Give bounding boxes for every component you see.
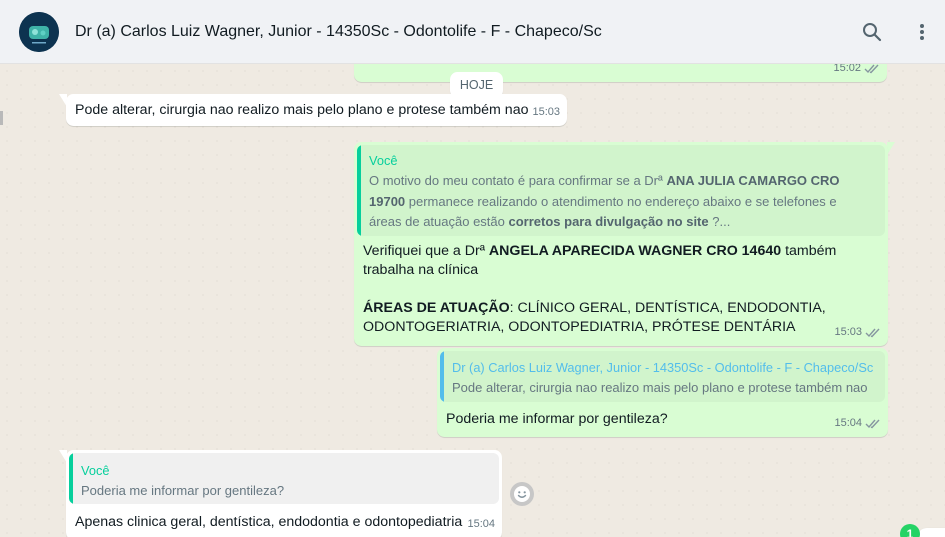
smiley-icon bbox=[514, 486, 530, 502]
quote-author: Você bbox=[369, 153, 398, 168]
message-time: 15:04 bbox=[467, 518, 495, 530]
message-text: ÁREAS DE ATUAÇÃO: CLÍNICO GERAL, DENTÍST… bbox=[363, 300, 826, 335]
search-icon bbox=[863, 23, 882, 42]
contact-avatar[interactable] bbox=[19, 12, 59, 52]
quoted-message[interactable]: Você Poderia me informar por gentileza? bbox=[69, 453, 499, 504]
message-outgoing[interactable]: Você O motivo do meu contato é para conf… bbox=[354, 142, 888, 346]
quote-text: Poderia me informar por gentileza? bbox=[81, 483, 285, 498]
search-button[interactable] bbox=[858, 18, 886, 46]
double-check-icon bbox=[864, 64, 879, 74]
chat-header: Dr (a) Carlos Luiz Wagner, Junior - 1435… bbox=[0, 0, 945, 64]
message-text: Poderia me informar por gentileza? bbox=[446, 411, 668, 427]
scroll-marker bbox=[0, 111, 3, 125]
message-list[interactable]: 15:02 HOJE Pode alterar, cirurgia nao re… bbox=[0, 64, 945, 537]
quote-text: Pode alterar, cirurgia nao realizo mais … bbox=[452, 380, 868, 395]
double-check-icon bbox=[865, 419, 880, 429]
contact-name[interactable]: Dr (a) Carlos Luiz Wagner, Junior - 1435… bbox=[75, 23, 602, 41]
message-incoming[interactable]: Pode alterar, cirurgia nao realizo mais … bbox=[66, 94, 567, 126]
message-text: Verifiquei que a Drª ANGELA APARECIDA WA… bbox=[363, 243, 837, 278]
quoted-message[interactable]: Dr (a) Carlos Luiz Wagner, Junior - 1435… bbox=[440, 351, 885, 402]
quote-author: Você bbox=[81, 463, 110, 478]
message-incoming[interactable]: Você Poderia me informar por gentileza? … bbox=[66, 450, 502, 537]
double-check-icon bbox=[865, 328, 880, 338]
quote-author: Dr (a) Carlos Luiz Wagner, Junior - 1435… bbox=[452, 360, 874, 375]
unread-count-badge[interactable]: 1 bbox=[900, 524, 920, 537]
kebab-menu-icon bbox=[920, 24, 924, 40]
message-text: Apenas clinica geral, dentística, endodo… bbox=[75, 514, 463, 530]
message-text: Pode alterar, cirurgia nao realizo mais … bbox=[75, 102, 529, 118]
message-time: 15:04 bbox=[834, 417, 862, 429]
quote-text: O motivo do meu contato é para confirmar… bbox=[369, 173, 840, 229]
scroll-to-bottom-button[interactable] bbox=[917, 528, 945, 537]
message-time: 15:03 bbox=[532, 106, 560, 118]
message-time: 15:03 bbox=[834, 326, 862, 338]
message-outgoing[interactable]: 15:02 bbox=[354, 64, 887, 82]
menu-button[interactable] bbox=[908, 18, 936, 46]
clinic-logo-icon bbox=[19, 12, 59, 52]
message-time: 15:02 bbox=[833, 64, 861, 74]
quoted-message[interactable]: Você O motivo do meu contato é para conf… bbox=[357, 145, 885, 236]
message-outgoing[interactable]: Dr (a) Carlos Luiz Wagner, Junior - 1435… bbox=[437, 348, 888, 437]
reaction-button[interactable] bbox=[510, 482, 534, 506]
